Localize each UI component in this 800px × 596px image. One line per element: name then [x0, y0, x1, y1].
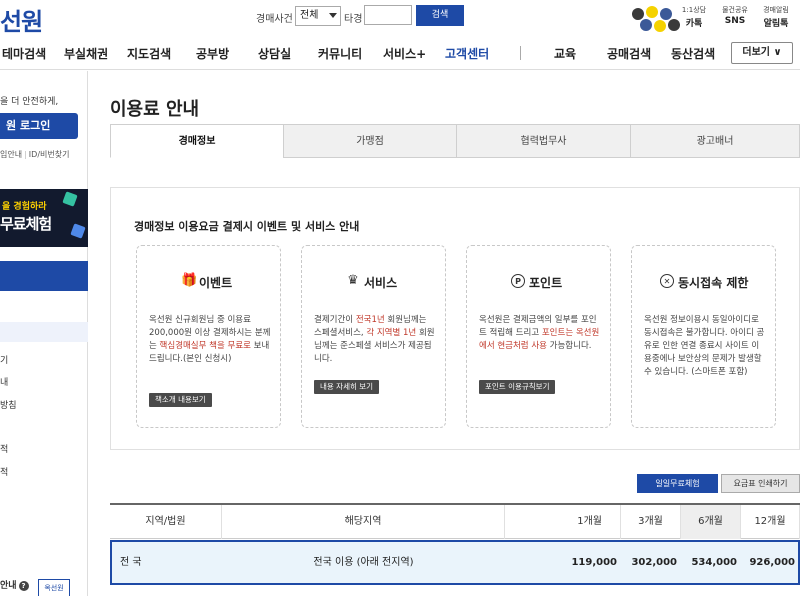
column-header: 해당지역: [222, 505, 505, 539]
more-button[interactable]: 더보기 ∨: [731, 42, 793, 64]
facebook-icon[interactable]: [640, 19, 652, 31]
cell-area: 전국 이용 (아래 전지역): [313, 557, 414, 568]
search-target-label: 타경: [344, 14, 363, 25]
sidebar-item[interactable]: 적: [0, 465, 8, 478]
chevron-down-icon: [329, 13, 337, 18]
kakao-icon[interactable]: [646, 6, 658, 18]
search-category-label: 경매사건: [256, 14, 293, 25]
close-circle-icon: ✕: [660, 274, 674, 288]
card-body: 옥선원은 결제금액의 일부를 포인트 적립해 드리고 포인트는 옥선원에서 현금…: [479, 315, 600, 351]
tab-franchise[interactable]: 가맹점: [283, 124, 457, 158]
left-sidebar: 을 더 안전하게, 원 로그인 입안내 | ID/비번찾기 을 경험하라 무료체험 …: [0, 71, 88, 596]
cube-icon: [70, 223, 86, 239]
nav-study-room[interactable]: 공부방: [196, 45, 229, 62]
sidebar-item[interactable]: 기: [0, 353, 8, 366]
cell-region: 전 국: [120, 557, 142, 568]
account-links: 입안내 | ID/비번찾기: [0, 150, 70, 159]
service-detail-button[interactable]: 내용 자세히 보기: [314, 380, 380, 394]
card-body: 옥선원 정보이용시 동일아이디로 동시접속은 불가합니다. 아이디 공유로 인한…: [644, 315, 765, 377]
card-body: 옥선원 신규회원님 중 이용료 200,000원 이상 결제하시는 분께는 핵심…: [149, 315, 271, 364]
page-title: 이용료 안내: [110, 99, 200, 120]
site-logo[interactable]: 선원: [0, 2, 43, 37]
nav-theme-search[interactable]: 테마검색: [2, 45, 46, 62]
column-header: 지역/법원: [110, 505, 222, 539]
login-button[interactable]: 원 로그인: [0, 113, 78, 139]
column-header: 12개월: [741, 505, 800, 539]
sidebar-item[interactable]: 내: [0, 375, 8, 388]
kakao-icon[interactable]: [654, 20, 666, 32]
sidebar-item-selected[interactable]: [0, 322, 88, 342]
search-input[interactable]: [364, 5, 412, 25]
top-bar: 선원 경매사건 전체 타경 검색 1:1상담 카톡 물건공유 SNS 경매알림 …: [0, 0, 800, 37]
search-select[interactable]: 전체: [295, 6, 341, 26]
print-fee-table-button[interactable]: 요금표 인쇄하기: [721, 474, 800, 493]
column-header: 3개월: [621, 505, 681, 539]
help-icon: ?: [18, 580, 29, 591]
sidebar-item[interactable]: 적: [0, 442, 8, 455]
cell-price-12m: 926,000: [749, 557, 795, 568]
nav-map-search[interactable]: 지도검색: [127, 45, 171, 62]
point-rules-button[interactable]: 포인트 이용규칙보기: [479, 380, 556, 394]
kakao-chat-link[interactable]: 1:1상담 카톡: [674, 5, 714, 29]
free-trial-banner[interactable]: 을 경험하라 무료체험: [0, 189, 88, 247]
gift-icon: 🎁: [181, 273, 198, 288]
nav-community[interactable]: 커뮤니티: [318, 45, 362, 62]
daily-free-trial-button[interactable]: 일일무료체험: [637, 474, 718, 493]
nav-public-auction[interactable]: 공매검색: [607, 45, 651, 62]
login-promo-text: 을 더 안전하게,: [0, 97, 59, 107]
card-body: 결제기간이 전국1년 회원님께는 스페셜서비스, 각 지역별 1년 회원님께는 …: [314, 315, 435, 364]
card-event: 🎁 이벤트 옥선원 신규회원님 중 이용료 200,000원 이상 결제하시는 …: [136, 245, 281, 428]
sidebar-menu-header: [0, 261, 88, 291]
cell-price-1m: 119,000: [571, 557, 617, 568]
facebook-icon[interactable]: [660, 8, 672, 20]
alimtalk-link[interactable]: 경매알림 알림톡: [756, 5, 796, 29]
search-select-value: 전체: [300, 10, 319, 21]
search-button[interactable]: 검색: [416, 5, 464, 26]
main-navigation: 테마검색 부실채권 지도검색 공부방 상담실 커뮤니티 서비스+ 고객센터 교육…: [0, 34, 800, 70]
fee-tabs: 경매정보 가맹점 협력법무사 광고배너: [110, 124, 800, 158]
column-header: 6개월: [681, 505, 741, 539]
nav-service-plus[interactable]: 서비스+: [383, 45, 426, 62]
cube-icon: [62, 191, 78, 207]
signup-guide-link[interactable]: 입안내: [0, 150, 22, 159]
nav-movables-search[interactable]: 동산검색: [671, 45, 715, 62]
book-intro-button[interactable]: 책소개 내용보기: [149, 393, 212, 407]
nav-education[interactable]: 교육: [554, 45, 576, 62]
cell-price-3m: 302,000: [631, 557, 677, 568]
nav-divider: [520, 46, 521, 60]
sidebar-item[interactable]: 방침: [0, 398, 17, 411]
sns-share-link[interactable]: 물건공유 SNS: [715, 5, 755, 26]
table-header: 지역/법원 해당지역 1개월 3개월 6개월 12개월: [110, 503, 800, 539]
event-service-info: 경매정보 이용요금 결제시 이벤트 및 서비스 안내 🎁 이벤트 옥선원 신규회…: [110, 187, 800, 450]
nav-npl[interactable]: 부실채권: [64, 45, 108, 62]
nav-consulting[interactable]: 상담실: [258, 45, 291, 62]
find-id-password-link[interactable]: ID/비번찾기: [29, 150, 70, 159]
point-icon: P: [511, 274, 525, 288]
tab-auction-info[interactable]: 경매정보: [110, 124, 284, 158]
sidebar-guide[interactable]: 안내?: [0, 578, 29, 591]
sns-icon[interactable]: [632, 8, 644, 20]
sidebar-logo-badge[interactable]: 옥선원: [38, 579, 70, 596]
card-point: P 포인트 옥선원은 결제금액의 일부를 포인트 적립해 드리고 포인트는 옥선…: [466, 245, 611, 428]
tab-partner-legal[interactable]: 협력법무사: [456, 124, 631, 158]
nav-customer-center[interactable]: 고객센터: [445, 45, 489, 62]
column-header: 1개월: [505, 505, 621, 539]
info-heading: 경매정보 이용요금 결제시 이벤트 및 서비스 안내: [134, 220, 360, 233]
tab-ad-banner[interactable]: 광고배너: [630, 124, 800, 158]
crown-icon: ♛: [347, 273, 359, 288]
cell-price-6m: 534,000: [691, 557, 737, 568]
table-row[interactable]: 전 국 전국 이용 (아래 전지역) 119,000 302,000 534,0…: [110, 540, 800, 585]
card-service: ♛ 서비스 결제기간이 전국1년 회원님께는 스페셜서비스, 각 지역별 1년 …: [301, 245, 446, 428]
card-concurrent-limit: ✕ 동시접속 제한 옥선원 정보이용시 동일아이디로 동시접속은 불가합니다. …: [631, 245, 776, 428]
